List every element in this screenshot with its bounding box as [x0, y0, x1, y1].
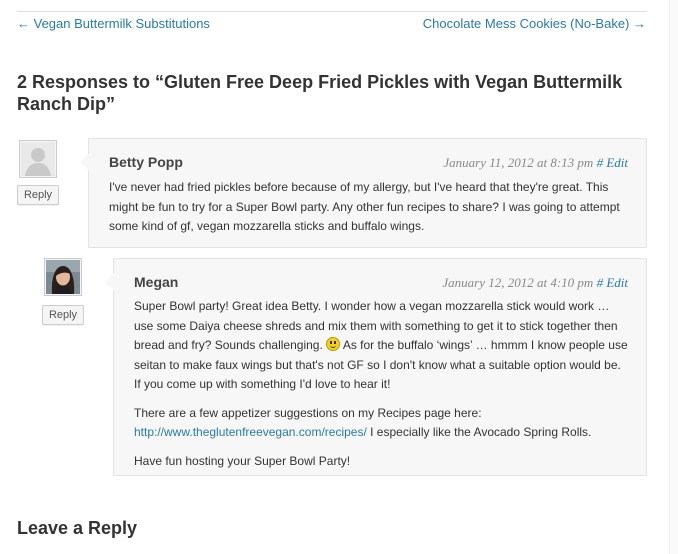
recipes-page-link[interactable]: http://www.theglutenfreevegan.com/recipe… [134, 425, 367, 439]
comment-meta: January 11, 2012 at 8:13 pm # Edit [443, 155, 628, 171]
comment-paragraph: Have fun hosting your Super Bowl Party! [134, 453, 351, 468]
comment-author[interactable]: Megan [134, 274, 178, 290]
responses-title: 2 Responses to “Gluten Free Deep Fried P… [17, 72, 623, 114]
comment-author[interactable]: Betty Popp [109, 154, 183, 170]
user-photo-avatar [46, 260, 80, 294]
leave-reply-heading: Leave a Reply [17, 518, 138, 538]
comment-meta: January 12, 2012 at 4:10 pm # Edit [442, 275, 628, 291]
edit-comment-link[interactable]: Edit [606, 155, 628, 170]
reply-button[interactable]: Reply [17, 185, 59, 205]
comment-betty-popp: Betty Popp January 11, 2012 at 8:13 pm #… [80, 138, 647, 248]
permalink-link[interactable]: # [597, 275, 604, 290]
comment-date[interactable]: January 11, 2012 at 8:13 pm [443, 155, 593, 170]
avatar-megan [44, 258, 82, 296]
edit-comment-link[interactable]: Edit [606, 275, 628, 290]
comment-text-segment: I especially like the Avocado Spring Rol… [370, 425, 592, 439]
comment-date[interactable]: January 12, 2012 at 4:10 pm [442, 275, 593, 290]
sidebar-edge [670, 0, 678, 554]
comment-paragraph: I've never had fried pickles before beca… [109, 180, 620, 233]
next-post-link[interactable]: Chocolate Mess Cookies (No-Bake) → [423, 16, 646, 31]
page: ← Vegan Buttermilk Substitutions Chocola… [0, 0, 678, 554]
comment-body: I've never had fried pickles before beca… [109, 178, 634, 246]
avatar-betty-popp [19, 140, 57, 178]
comment-paragraph: There are a few appetizer suggestions on… [134, 404, 629, 443]
previous-post-link[interactable]: ← Vegan Buttermilk Substitutions [17, 16, 210, 31]
reply-button[interactable]: Reply [42, 305, 84, 325]
comment-paragraph: Super Bowl party! Great idea Betty. I wo… [134, 297, 629, 395]
top-divider [17, 11, 647, 12]
comment-text-segment: There are a few appetizer suggestions on… [134, 405, 482, 420]
default-avatar-icon [21, 142, 55, 176]
smiley-emoticon-icon [326, 337, 341, 351]
comment-megan: Megan January 12, 2012 at 4:10 pm # Edit… [105, 258, 647, 476]
permalink-link[interactable]: # [597, 155, 604, 170]
comment-body: Super Bowl party! Great idea Betty. I wo… [134, 297, 629, 480]
